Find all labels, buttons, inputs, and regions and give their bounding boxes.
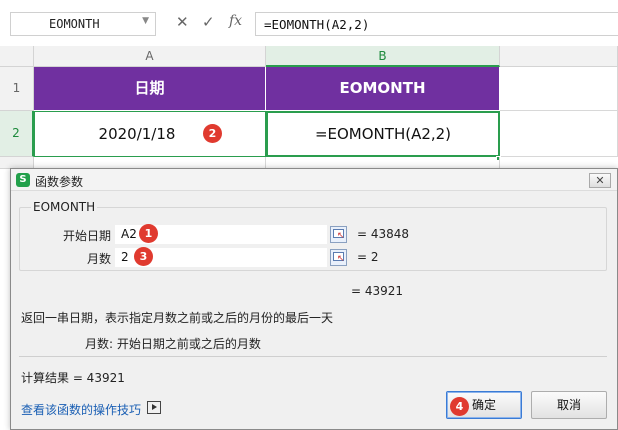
cell-b1[interactable]: EOMONTH bbox=[266, 67, 500, 111]
wps-logo-icon: S bbox=[16, 173, 30, 187]
step-badge-1: 1 bbox=[139, 224, 158, 243]
months-value: 2 bbox=[121, 250, 129, 264]
step-badge-3: 3 bbox=[134, 247, 153, 266]
parameter-help: 月数: 开始日期之前或之后的月数 bbox=[85, 337, 261, 351]
row-header-1[interactable]: 1 bbox=[0, 67, 34, 111]
start-date-result: = 43848 bbox=[357, 227, 410, 241]
cell-c2[interactable] bbox=[500, 111, 618, 157]
cancel-icon[interactable]: ✕ bbox=[176, 13, 189, 31]
function-help-link[interactable]: 查看该函数的操作技巧 bbox=[21, 401, 141, 418]
collapse-dialog-button[interactable]: ↖ bbox=[330, 226, 347, 243]
name-box-value: EOMONTH bbox=[49, 17, 100, 31]
calculation-result: 计算结果 = 43921 bbox=[21, 371, 125, 385]
cell-c1[interactable] bbox=[500, 67, 618, 111]
step-badge-4: 4 bbox=[450, 397, 469, 416]
start-date-value: A2 bbox=[121, 227, 137, 241]
arg-label-start-date: 开始日期 bbox=[62, 229, 111, 243]
function-description: 返回一串日期，表示指定月数之前或之后的月份的最后一天 bbox=[21, 311, 334, 325]
cell-a2[interactable]: 2020/1/18 bbox=[34, 111, 266, 157]
cell-b2[interactable]: =EOMONTH(A2,2) bbox=[266, 111, 500, 157]
months-result: = 2 bbox=[357, 250, 379, 264]
dialog-title-bar[interactable]: S 函数参数 ✕ bbox=[11, 169, 617, 191]
function-name-label: EOMONTH bbox=[31, 200, 98, 214]
dialog-title: 函数参数 bbox=[35, 175, 84, 189]
cell-a1[interactable]: 日期 bbox=[34, 67, 266, 111]
formula-text: =EOMONTH(A2,2) bbox=[264, 17, 370, 32]
cell-a2-value: 2020/1/18 bbox=[98, 125, 176, 143]
divider bbox=[19, 356, 607, 357]
cancel-button[interactable]: 取消 bbox=[531, 391, 607, 419]
insert-function-icon[interactable]: fx bbox=[229, 13, 242, 29]
row-header-2[interactable]: 2 bbox=[0, 111, 34, 157]
collapse-dialog-button-2[interactable]: ↖ bbox=[330, 249, 347, 266]
column-header-a[interactable]: A bbox=[34, 46, 266, 67]
formula-input[interactable]: =EOMONTH(A2,2) bbox=[255, 12, 618, 36]
formula-result: = 43921 bbox=[351, 284, 404, 298]
chevron-down-icon[interactable]: ▼ bbox=[142, 16, 149, 26]
step-badge-2: 2 bbox=[203, 124, 222, 143]
close-button[interactable]: ✕ bbox=[589, 173, 611, 188]
select-all-corner[interactable] bbox=[0, 46, 34, 67]
arg-label-months: 月数 bbox=[86, 252, 111, 266]
function-arguments-dialog: S 函数参数 ✕ EOMONTH 开始日期 A2 ↖ = 43848 月数 2 … bbox=[10, 168, 618, 430]
formula-bar: EOMONTH ▼ ✕ ✓ fx =EOMONTH(A2,2) bbox=[0, 0, 618, 46]
column-header-b[interactable]: B bbox=[266, 46, 500, 67]
arrow-icon: ↖ bbox=[337, 254, 345, 264]
column-header-empty[interactable] bbox=[500, 46, 618, 67]
name-box[interactable]: EOMONTH ▼ bbox=[10, 12, 156, 36]
confirm-icon[interactable]: ✓ bbox=[202, 13, 215, 31]
video-icon[interactable] bbox=[147, 401, 161, 414]
arrow-icon: ↖ bbox=[337, 231, 345, 241]
